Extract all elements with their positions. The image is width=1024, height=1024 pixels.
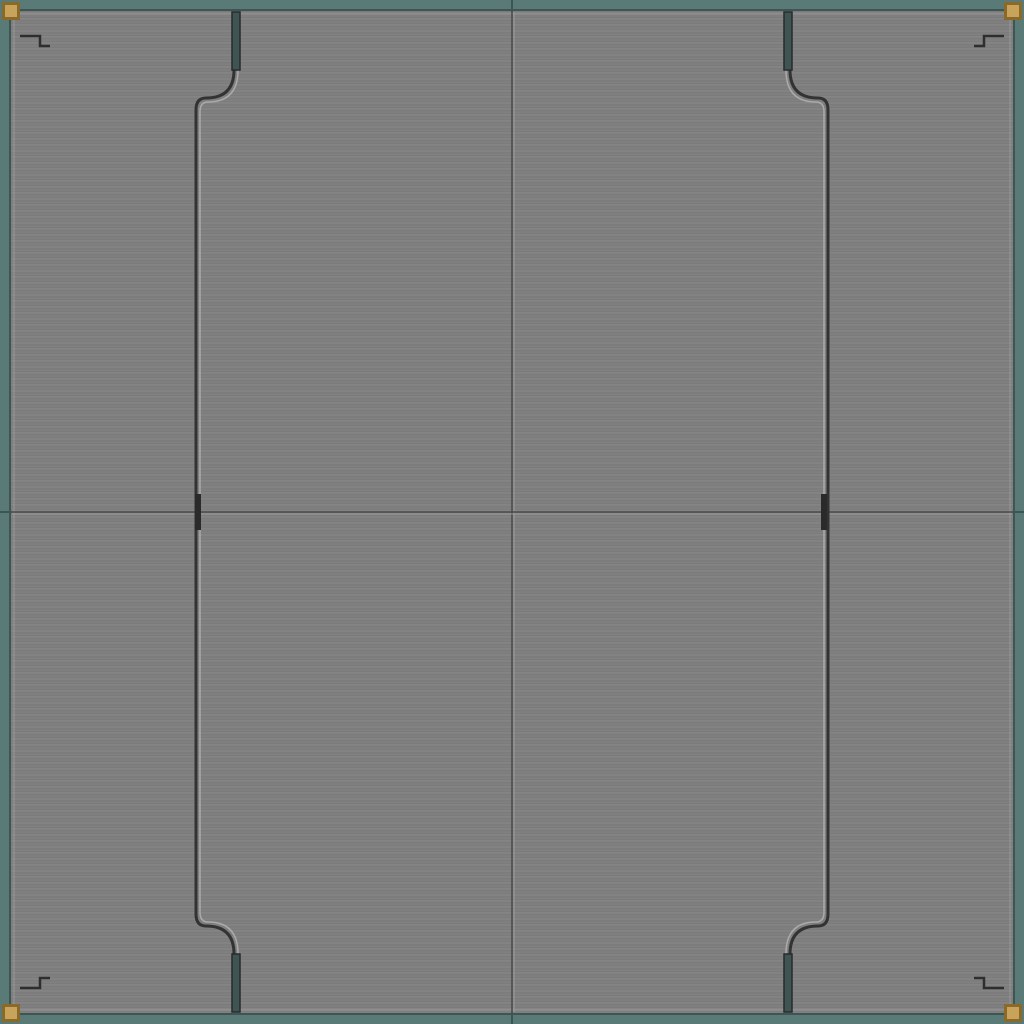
right-lane-slot-bottom <box>783 953 793 1013</box>
board-svg <box>0 0 1024 1024</box>
left-lane-slot-bottom <box>231 953 241 1013</box>
left-lane-center-tick <box>195 494 201 530</box>
right-lane-slot-top <box>783 11 793 71</box>
right-lane-center-tick <box>821 494 827 530</box>
corner-stud-top-left-icon <box>2 2 20 20</box>
corner-stud-top-right-icon <box>1004 2 1022 20</box>
left-lane-slot-top <box>231 11 241 71</box>
corner-stud-bottom-right-icon-face <box>1007 1007 1019 1019</box>
game-board <box>0 0 1024 1024</box>
corner-stud-top-right-icon-face <box>1007 5 1019 17</box>
corner-stud-top-left-icon-face <box>5 5 17 17</box>
corner-stud-bottom-right-icon <box>1004 1004 1022 1022</box>
corner-stud-bottom-left-icon-face <box>5 1007 17 1019</box>
corner-stud-bottom-left-icon <box>2 1004 20 1022</box>
